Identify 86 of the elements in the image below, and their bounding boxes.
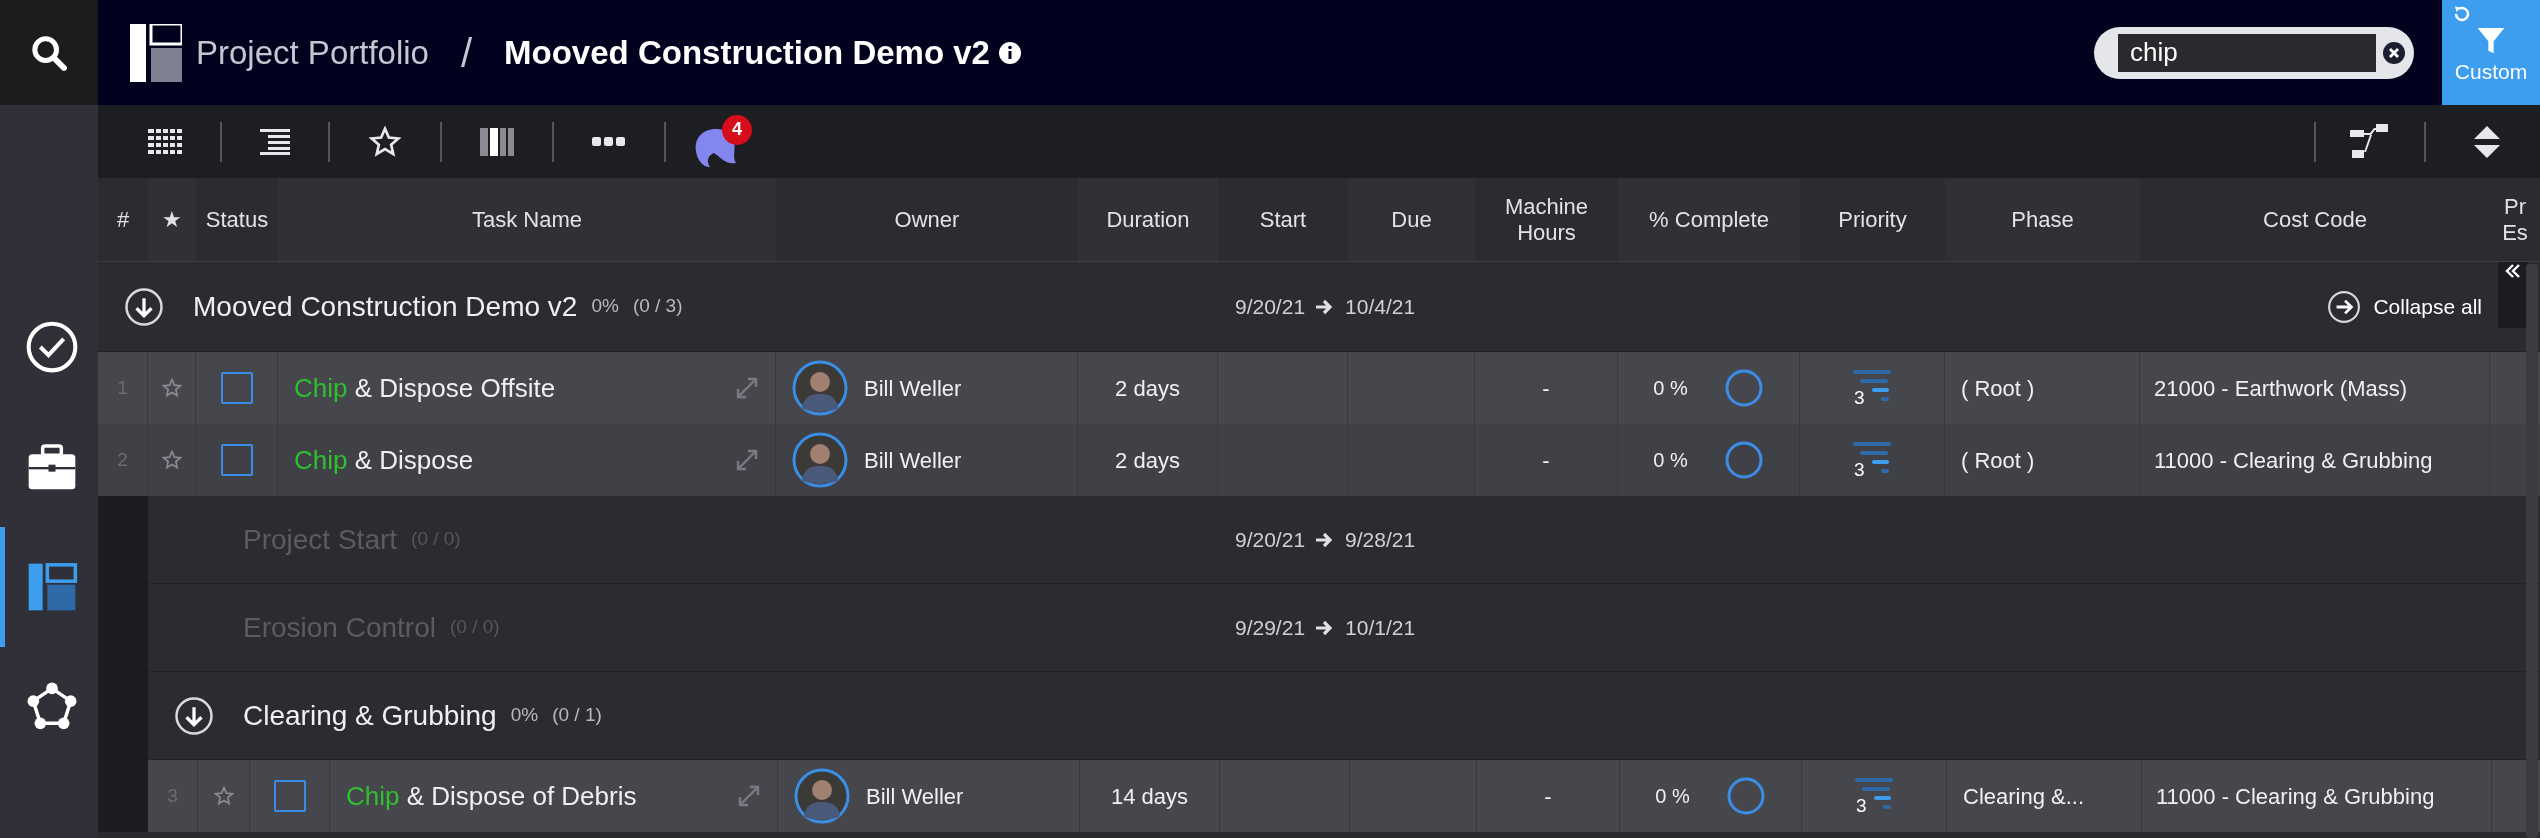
search-field[interactable]: chip [2094,26,2414,79]
star-icon[interactable] [213,786,234,806]
sort-icon[interactable] [2474,125,2500,158]
avatar [792,360,848,416]
expand-icon [2327,289,2362,324]
group-name: Mooved Construction Demo v2 [193,289,578,324]
column-header[interactable]: Phase [2011,206,2074,233]
task-name[interactable]: Chip & Dispose of Debris [346,776,637,816]
task-name[interactable]: Chip & Dispose [294,440,474,480]
status-checkbox[interactable] [220,372,253,404]
column-header[interactable]: ★ [162,206,182,233]
start-date: 9/20/21 [1235,293,1306,320]
collapse-panel-icon[interactable] [2504,262,2522,280]
avatar [794,768,850,824]
breadcrumb-separator: / [460,29,473,77]
cost-code-value: 21000 - Earthwork (Mass) [2154,374,2408,403]
percent-complete-value: 0 % [1653,376,1688,401]
clear-icon[interactable] [2382,40,2406,65]
owner-name: Bill Weller [864,374,962,403]
star-icon[interactable] [161,450,182,470]
grid-view-icon[interactable] [148,128,182,155]
scrollbar[interactable] [2526,264,2538,838]
column-header[interactable]: Pr Es [2500,193,2530,246]
column-header[interactable]: Start [1259,206,1307,233]
progress-ring-icon [1723,440,1764,480]
column-header[interactable]: Cost Code [2263,206,2367,233]
outline-view-icon[interactable] [260,128,290,155]
column-header[interactable]: Priority [1838,206,1907,233]
percent-complete-value: 0 % [1653,448,1688,473]
owner-name: Bill Weller [864,446,962,475]
machine-hours-value: - [1542,374,1550,403]
progress-ring-icon [1723,368,1764,408]
project-title: Mooved Construction Demo v2 [504,32,990,73]
status-checkbox[interactable] [273,780,306,812]
group-percent: 0% [510,703,539,728]
task-name[interactable]: Chip & Dispose Offsite [294,368,556,408]
column-header[interactable]: Due [1391,206,1432,233]
hierarchy-icon[interactable] [2350,123,2390,160]
due-date: 9/28/21 [1345,526,1416,553]
group-name: Clearing & Grubbing [243,698,497,733]
column-header[interactable]: Status [205,206,269,233]
cost-code-value: 11000 - Clearing & Grubbing [2154,446,2433,475]
due-date: 10/1/21 [1345,614,1416,641]
more-icon[interactable] [592,136,626,147]
cost-code-value: 11000 - Clearing & Grubbing [2156,782,2435,811]
group-count: (0 / 1) [552,703,602,728]
duration-value: 2 days [1115,374,1180,403]
priority-level: 3 [1856,794,1867,818]
breadcrumb-link[interactable]: Project Portfolio [196,27,429,78]
phase-value: ( Root ) [1961,446,2035,475]
phase-value: ( Root ) [1961,374,2035,403]
collapse-icon[interactable] [124,286,164,327]
phase-value: Clearing &... [1963,782,2085,811]
columns-icon[interactable] [480,127,514,156]
info-icon[interactable] [997,40,1022,65]
star-icon[interactable] [161,378,182,398]
column-header[interactable]: Machine Hours [1501,193,1592,246]
reset-icon [2452,4,2472,24]
start-date: 9/29/21 [1235,614,1306,641]
column-header[interactable]: Owner [894,206,960,233]
due-date: 10/4/21 [1345,293,1416,320]
percent-complete-value: 0 % [1655,784,1690,809]
duration-value: 14 days [1110,782,1189,811]
duration-value: 2 days [1115,446,1180,475]
group-count: (0 / 3) [632,294,683,319]
column-header[interactable]: Task Name [471,206,582,233]
machine-hours-value: - [1542,446,1550,475]
priority-level: 3 [1854,386,1865,410]
expand-arrows-icon[interactable] [735,448,759,472]
group-row[interactable]: Mooved Construction Demo v2 0% (0 / 3) 9/20/21 10/4/21 Collapse all [98,262,2540,352]
status-checkbox[interactable] [220,444,253,476]
column-header[interactable]: # [116,206,130,233]
portfolio-logo-icon [130,23,182,82]
avatar [792,432,848,488]
collapse-all-button[interactable]: Collapse all [2327,289,2482,324]
column-header[interactable]: Duration [1106,206,1190,233]
group-percent: 0% [591,294,619,319]
notification-badge: 4 [722,114,752,145]
start-date: 9/20/21 [1235,526,1306,553]
progress-ring-icon [1725,776,1766,816]
indent-gutter [98,760,148,832]
owner-name: Bill Weller [866,782,964,811]
machine-hours-value: - [1544,782,1552,811]
collapse-icon[interactable] [174,695,214,736]
priority-level: 3 [1854,458,1865,482]
search-button[interactable] [0,0,98,105]
